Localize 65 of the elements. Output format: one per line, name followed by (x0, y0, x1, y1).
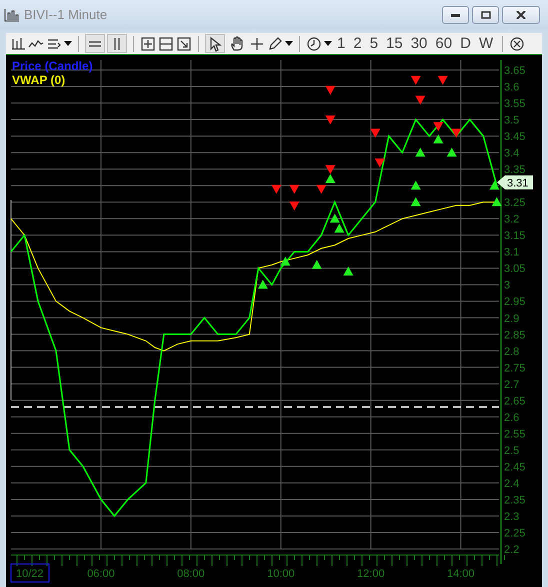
price-axis-label: 2.75 (504, 362, 526, 374)
price-axis-label: 2.9 (504, 312, 520, 325)
plus-icon[interactable] (249, 36, 265, 52)
interval-button[interactable]: 60 (432, 36, 456, 51)
annotation: 3.31 (507, 177, 528, 190)
price-axis-label: 2.2 (504, 544, 520, 556)
time-axis-label: 10:00 (267, 568, 295, 580)
interval-button[interactable]: W (476, 36, 496, 51)
price-axis-label: 3.05 (504, 263, 526, 276)
minimize-icon (451, 14, 460, 16)
price-axis-label: 2.8 (504, 346, 520, 358)
time-axis-label: 06:00 (87, 568, 115, 580)
price-axis-label: 3.25 (504, 197, 526, 210)
price-axis-label: 3.65 (504, 65, 526, 77)
price-axis-label: 2.95 (504, 296, 526, 308)
resize-box-icon[interactable] (176, 36, 192, 52)
caret-icon[interactable] (285, 41, 293, 46)
price-axis-label: 3.1 (504, 246, 520, 259)
maximize-button[interactable] (472, 6, 499, 24)
interval-button[interactable]: 30 (408, 36, 430, 51)
caret-icon[interactable] (324, 41, 332, 46)
price-axis-label: 3.55 (504, 98, 526, 110)
legend-label: VWAP (0) (12, 73, 66, 87)
price-axis-label: 2.6 (504, 412, 520, 424)
price-axis-label: 2.3 (504, 510, 520, 523)
minimize-button[interactable] (442, 6, 469, 24)
price-axis-label: 2.25 (504, 527, 526, 540)
interval-button[interactable]: 5 (366, 36, 382, 51)
price-axis-label: 2.35 (504, 494, 526, 506)
price-axis-label: 2.5 (504, 444, 520, 457)
fit-box-icon[interactable] (158, 36, 174, 52)
price-axis-label: 2.7 (504, 378, 520, 391)
crosshair-box-icon[interactable] (140, 36, 156, 52)
price-axis-label: 2.85 (504, 329, 526, 342)
interval-button[interactable]: D (457, 36, 474, 51)
price-axis-label: 3.15 (504, 230, 526, 242)
price-axis-label: 3.45 (504, 131, 526, 144)
price-axis-label: 3.2 (504, 214, 520, 226)
price-axis-label: 2.4 (504, 478, 520, 490)
price-axis-label: 3 (504, 280, 510, 292)
price-axis-label: 3.35 (504, 164, 526, 176)
interval-button[interactable]: 1 (334, 36, 348, 51)
close-icon (516, 11, 526, 19)
price-axis-label: 2.55 (504, 428, 526, 440)
legend-label: Price (Candle) (12, 59, 93, 73)
caret-icon[interactable] (64, 41, 72, 46)
close-button[interactable] (502, 6, 540, 24)
price-axis-label: 3.6 (504, 82, 520, 94)
time-axis-label: 12:00 (357, 568, 385, 580)
window-title: BIVI--1 Minute (24, 6, 108, 24)
clock-icon[interactable] (306, 36, 322, 52)
interval-button[interactable]: 15 (383, 36, 406, 51)
date-label: 10/22 (16, 568, 44, 580)
chart-bars-icon (4, 8, 20, 22)
price-axis-label: 2.65 (504, 395, 526, 408)
price-axis-label: 3.4 (504, 148, 520, 160)
price-axis-label: 3.5 (504, 114, 520, 127)
pencil-icon[interactable] (267, 36, 283, 52)
close-circle-icon[interactable] (509, 36, 526, 52)
date-label-frame (10, 564, 50, 582)
price-axis-label: 2.45 (504, 461, 526, 474)
time-axis-label: 14:00 (447, 568, 475, 580)
maximize-icon (480, 11, 490, 19)
time-axis-label: 08:00 (177, 568, 205, 580)
interval-button[interactable]: 2 (350, 36, 365, 51)
